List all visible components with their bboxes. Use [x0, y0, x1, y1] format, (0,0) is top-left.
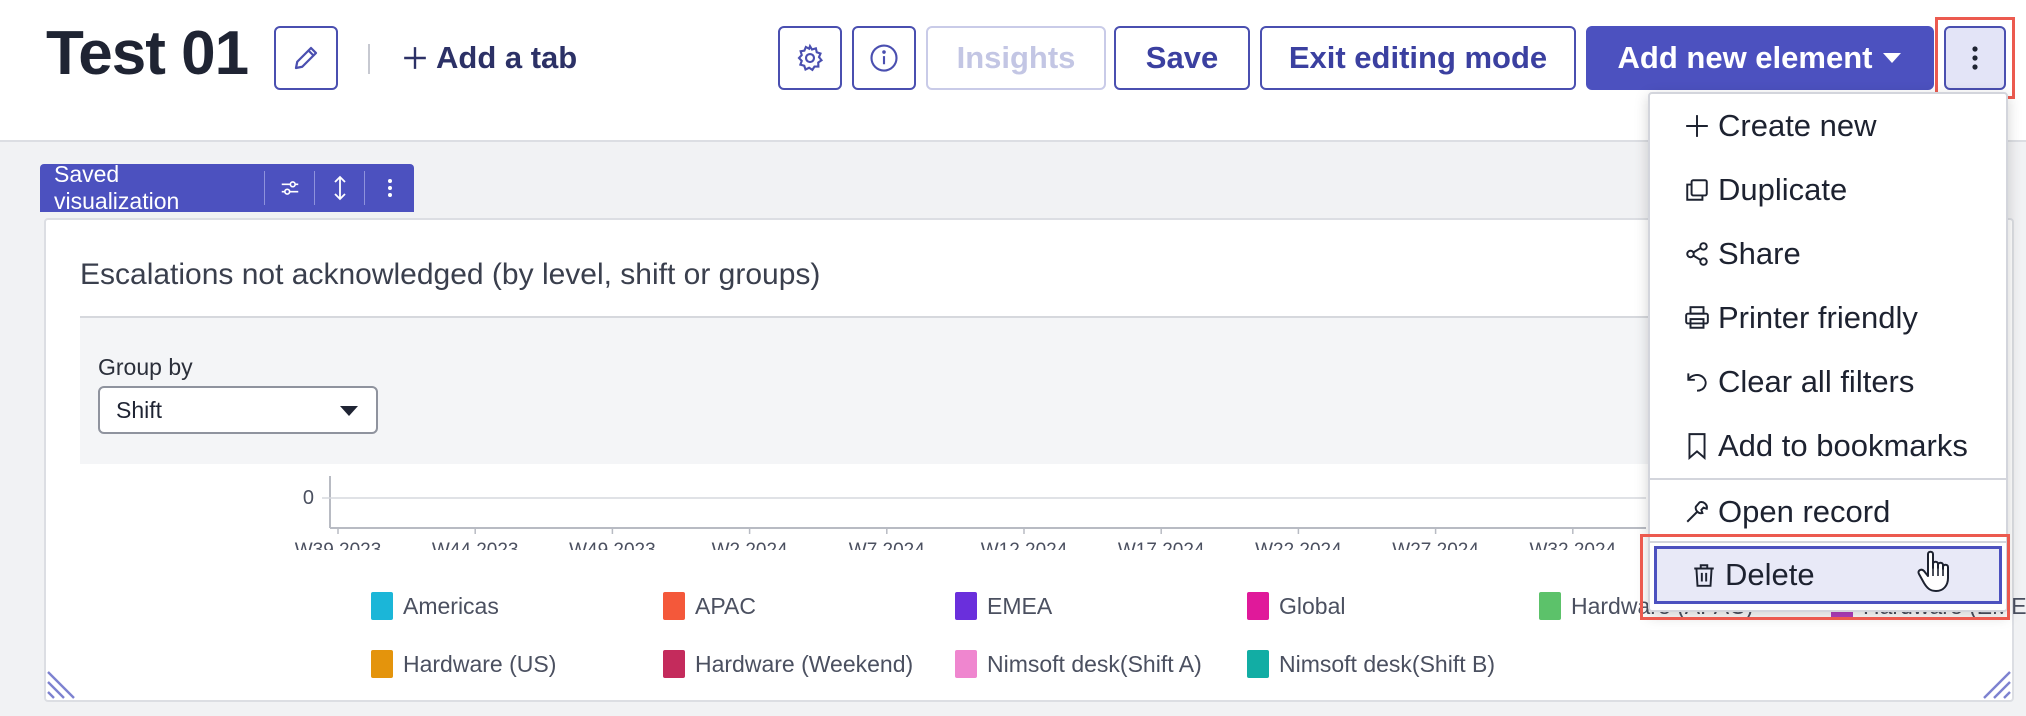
x-axis-tick-label: W17 2024	[1118, 540, 1205, 550]
add-new-element-button[interactable]: Add new element	[1586, 26, 1934, 90]
visualization-toolbar: Saved visualization	[40, 161, 414, 214]
menu-item-share[interactable]: Share	[1650, 225, 2006, 283]
legend-label: Nimsoft desk(Shift A)	[987, 650, 1202, 677]
add-tab-button[interactable]: Add a tab	[402, 36, 577, 80]
legend-label: Nimsoft desk(Shift B)	[1279, 650, 1495, 677]
card-title: Escalations not acknowledged (by level, …	[80, 258, 821, 291]
legend-swatch	[955, 592, 977, 620]
gear-icon	[797, 43, 824, 72]
legend-swatch	[1539, 592, 1561, 620]
legend-swatch	[663, 592, 685, 620]
caret-down-icon	[340, 406, 358, 416]
undo-icon	[1682, 367, 1712, 397]
legend-item[interactable]: APAC	[663, 592, 756, 620]
more-options-button[interactable]	[1944, 26, 2006, 90]
menu-item-label: Clear all filters	[1718, 364, 1915, 399]
insights-button[interactable]: Insights	[926, 26, 1106, 90]
viz-filter-button[interactable]	[264, 171, 314, 205]
add-tab-label: Add a tab	[436, 40, 578, 75]
x-axis-tick-label: W7 2024	[849, 540, 925, 550]
x-axis-tick-label: W39 2023	[295, 540, 382, 550]
exit-editing-button[interactable]: Exit editing mode	[1260, 26, 1576, 90]
plus-icon	[1682, 111, 1712, 141]
menu-item-label: Create new	[1718, 108, 1877, 143]
trash-icon	[1689, 560, 1719, 590]
menu-item-create-new[interactable]: Create new	[1650, 97, 2006, 155]
menu-divider	[1650, 478, 2006, 480]
group-by-value: Shift	[116, 396, 163, 423]
legend-label: Americas	[403, 592, 499, 619]
menu-item-clear-all-filters[interactable]: Clear all filters	[1650, 353, 2006, 411]
header-divider	[368, 44, 370, 74]
edit-title-button[interactable]	[274, 26, 338, 90]
x-axis-tick-label: W27 2024	[1392, 540, 1479, 550]
menu-item-label: Delete	[1725, 557, 1815, 592]
visualization-label: Saved visualization	[54, 161, 180, 214]
legend-item[interactable]: EMEA	[955, 592, 1052, 620]
menu-item-add-to-bookmarks[interactable]: Add to bookmarks	[1650, 417, 2006, 475]
pencil-icon	[294, 46, 318, 70]
resize-handle-left[interactable]	[46, 668, 78, 700]
menu-item-duplicate[interactable]: Duplicate	[1650, 161, 2006, 219]
x-axis-tick-label: W49 2023	[569, 540, 656, 550]
x-axis-tick-label: W22 2024	[1255, 540, 1342, 550]
x-axis-ticks: W39 2023 W44 2023 W49 2023 W2 2024 W7 2024 W1…	[295, 528, 1617, 550]
menu-item-label: Share	[1718, 236, 1801, 271]
x-axis-tick-label: W2 2024	[712, 540, 788, 550]
menu-item-label: Printer friendly	[1718, 300, 1918, 335]
legend-item[interactable]: Americas	[371, 592, 499, 620]
share-icon	[1682, 239, 1712, 269]
group-by-label: Group by	[98, 354, 193, 380]
legend-item[interactable]: Hardware (Weekend)	[663, 650, 913, 678]
x-axis-tick-label: W32 2024	[1529, 540, 1616, 550]
plus-icon	[404, 47, 426, 69]
settings-button[interactable]	[778, 26, 842, 90]
bookmark-icon	[1682, 431, 1712, 461]
legend-swatch	[1247, 592, 1269, 620]
vertical-dots-icon	[387, 179, 392, 197]
legend-label: Global	[1279, 592, 1346, 619]
printer-icon	[1682, 303, 1712, 333]
legend-item[interactable]: Global	[1247, 592, 1345, 620]
sliders-icon	[281, 181, 299, 195]
hand-cursor-icon	[1917, 550, 1949, 592]
legend-label: Hardware (US)	[403, 650, 557, 677]
info-button[interactable]	[852, 26, 916, 90]
menu-divider	[1650, 541, 2006, 543]
legend-swatch	[663, 650, 685, 678]
caret-down-icon	[1883, 53, 1902, 63]
page-title: Test 01	[46, 19, 249, 88]
legend-label: Hardware (Weekend)	[695, 650, 914, 677]
legend-swatch	[1247, 650, 1269, 678]
menu-item-open-record[interactable]: Open record	[1650, 483, 2006, 541]
legend-swatch	[371, 592, 393, 620]
menu-item-printer-friendly[interactable]: Printer friendly	[1650, 289, 2006, 347]
save-button[interactable]: Save	[1114, 26, 1250, 90]
x-axis-tick-label: W44 2023	[432, 540, 519, 550]
vertical-dots-icon	[1972, 46, 1978, 70]
legend-label: EMEA	[987, 592, 1053, 619]
legend-item[interactable]: Nimsoft desk(Shift A)	[955, 650, 1202, 678]
info-icon	[870, 44, 898, 72]
menu-item-label: Duplicate	[1718, 172, 1848, 207]
y-axis-tick-label: 0	[303, 487, 314, 509]
x-axis-tick-label: W12 2024	[981, 540, 1068, 550]
menu-item-label: Open record	[1718, 494, 1891, 529]
legend-swatch	[955, 650, 977, 678]
group-by-select[interactable]: Shift	[98, 386, 378, 434]
menu-item-label: Add to bookmarks	[1718, 428, 1968, 463]
viz-resize-button[interactable]	[314, 171, 364, 205]
legend-item[interactable]: Nimsoft desk(Shift B)	[1247, 650, 1495, 678]
viz-more-button[interactable]	[364, 171, 414, 205]
wrench-icon	[1682, 497, 1712, 527]
more-options-menu: Create new Duplicate Share Printer frien…	[1648, 92, 2008, 612]
legend-swatch	[371, 650, 393, 678]
resize-handle-right[interactable]	[1980, 668, 2012, 700]
legend-label: APAC	[695, 592, 756, 619]
duplicate-icon	[1682, 175, 1712, 205]
legend-item[interactable]: Hardware (US)	[371, 650, 556, 678]
vertical-arrows-icon	[334, 175, 346, 201]
add-new-element-label: Add new element	[1617, 40, 1873, 75]
